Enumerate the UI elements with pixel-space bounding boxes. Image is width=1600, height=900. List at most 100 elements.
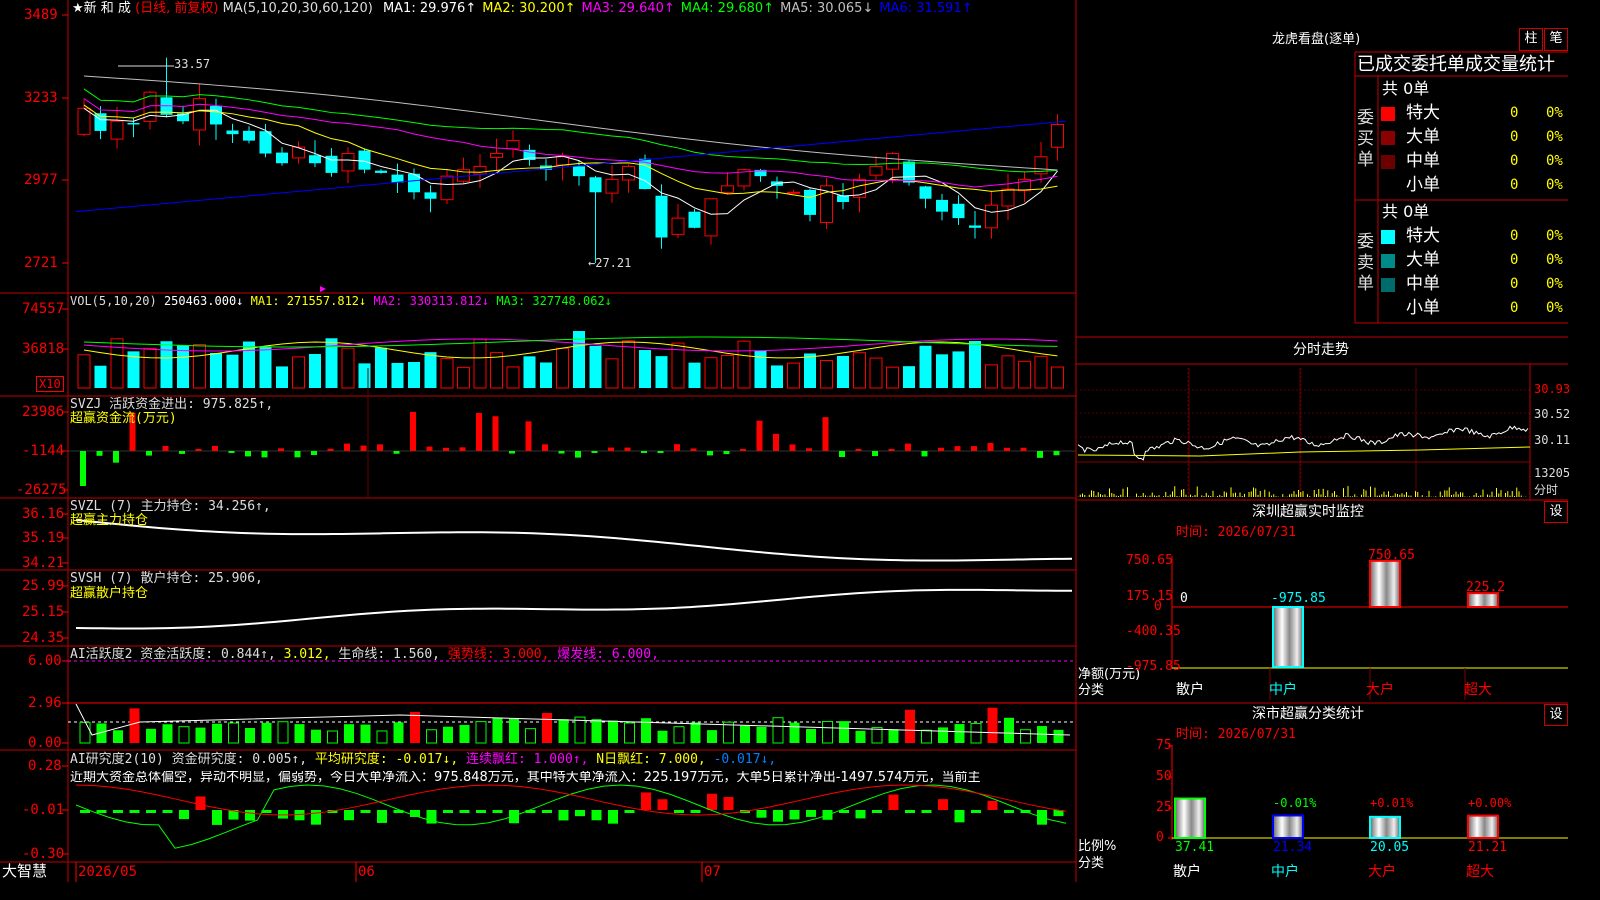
stats-category: 大户 [1368,864,1396,880]
ai2-bar [146,810,156,813]
ai1-bar [740,725,750,743]
svzj-bar [426,446,433,451]
vol-y-tick: 36818 [22,341,65,357]
svzj-bar [657,451,664,453]
svzl-y-tick: 34.21 [22,555,65,571]
svzl-subtitle: 超赢主力持仓 [70,513,149,528]
bar-mode-button[interactable]: 柱 [1519,28,1543,51]
svzj-bar [806,448,812,451]
svzj-bar [377,444,383,451]
ai2-bar [855,810,866,819]
buy-row-name: 特大 [1406,103,1440,123]
tick-mode-button[interactable]: 笔 [1544,28,1568,51]
svzj-bar [509,451,515,454]
volume-bar [358,363,371,388]
sell-row-name: 大单 [1406,250,1440,270]
svzj-bar [476,412,482,451]
fenshi-price-line [1077,425,1529,461]
candle [573,166,585,177]
svsh-title: SVSH (7) 散户持仓: 25.906, [70,571,263,586]
volume-bar [985,364,998,389]
volume-bar [556,347,569,389]
buy-row-count: 0 [1510,177,1519,193]
svzj-bar [360,445,367,451]
ma-value-3: MA3: 29.640↑ [581,1,675,16]
stats-title: 深市超赢分类统计 [1252,706,1364,722]
fenshi-y-tick: 30.11 [1534,433,1571,447]
monitor-value-label: 225.2 [1466,580,1506,596]
svsh-y-tick: 24.35 [22,630,65,646]
ai2-bar [179,810,189,820]
volume-bar [704,357,718,389]
ma6-line [75,120,1067,213]
volume-bar [787,362,800,389]
ma-value-5: MA5: 30.065↓ [780,1,874,16]
candle [704,198,718,237]
svzj-bar [311,451,317,456]
svzj-bar [707,451,713,456]
svzj-bar [113,451,119,463]
sell-label: 委卖单 [1357,232,1374,294]
buy-row-pct: 0% [1546,153,1563,169]
ai2-bar [905,810,915,813]
volume-bar [853,352,866,389]
ai1-bar [657,730,668,743]
svsh-subtitle: 超赢散户持仓 [70,586,149,601]
sell-row-count: 0 [1510,252,1519,268]
ai2-bar [591,810,602,821]
svzj-title: SVZJ 活跃资金进出: 975.825↑, [70,397,274,412]
stats-bar [1174,797,1206,840]
stock-name[interactable]: ★新 和 成 [72,1,131,16]
ma-value-1: MA1: 29.976↑ [382,1,477,16]
stats-y-tick: 0 [1156,830,1164,845]
kline-chart-area[interactable] [0,0,1568,882]
svzj-bar [344,443,350,451]
lhb-header: 已成交委托单成交量统计 [1357,54,1555,75]
x-label: 2026/05 [78,864,138,880]
monitor-category: 中户 [1269,682,1297,698]
buy-row-pct: 0% [1546,105,1563,121]
ai1-bar [822,720,833,744]
chart-mode[interactable]: (日线, 前复权) [135,1,218,16]
stats-change-label: +0.00% [1468,796,1512,810]
svsh-y-tick: 25.99 [22,578,65,594]
stats-change-label: +0.01% [1370,796,1414,810]
candle [309,155,321,164]
stats-y-label: 比例% [1078,839,1117,854]
stats-y-tick: 50 [1156,769,1172,784]
ai1-bar [376,730,388,744]
ai2-bar [162,810,173,813]
ai1-bar [690,722,701,743]
ai2-bar [971,810,981,813]
volume-bar [473,338,487,389]
marker-triangle [320,286,326,292]
buy-color-swatch [1381,155,1395,169]
ai2-bar [245,810,255,821]
volume-bar [936,354,948,388]
svzj-bar [575,451,581,458]
volume-bar [110,338,124,389]
ai2-bar [657,799,668,810]
ai1-bar [245,727,255,743]
ai1-bar [344,724,354,743]
candle [622,165,635,181]
volume-bar [77,354,91,389]
ai1-curve [75,703,1071,736]
svzj-bar [674,444,680,451]
svzj-bar [938,447,944,451]
ai1-bar [426,729,437,744]
brand-logo[interactable]: 大智慧 [2,864,47,879]
stats-change-label: -0.01% [1273,796,1317,810]
volume-bar [160,341,173,388]
ai1-bar [212,723,222,743]
fenshi-title[interactable]: 分时走势 [1293,343,1349,357]
monitor-settings-button[interactable]: 设 [1544,501,1568,523]
candle [903,161,915,183]
volume-bar [523,356,536,388]
candle [936,199,948,212]
stats-settings-button[interactable]: 设 [1544,704,1568,726]
ai1-bar [756,726,767,743]
svzj-bar [212,445,218,451]
candle [424,192,437,199]
ai1-y-tick: 2.96 [28,695,62,711]
